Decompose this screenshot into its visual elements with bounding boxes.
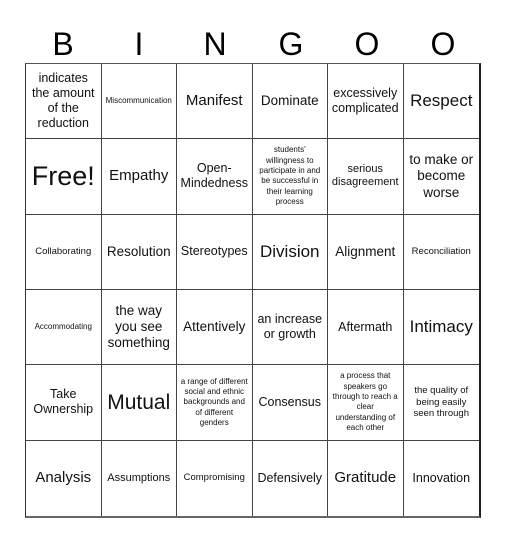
bingo-cell[interactable]: Miscommunication — [101, 64, 177, 140]
bingo-cell[interactable]: a process that speakers go through to re… — [328, 365, 404, 441]
bingo-cell[interactable]: students' willingness to participate in … — [252, 139, 328, 215]
bingo-cell[interactable]: a range of different social and ethnic b… — [177, 365, 253, 441]
bingo-cell[interactable]: Reconciliation — [403, 215, 479, 290]
bingo-cell[interactable]: indicates the amount of the reduction — [26, 64, 102, 140]
bingo-cell[interactable]: Compromising — [177, 440, 253, 516]
header-letter-o-2: O — [430, 26, 456, 62]
bingo-cell[interactable]: Intimacy — [403, 290, 479, 366]
bingo-cell[interactable]: Division — [252, 214, 328, 290]
bingo-cell[interactable]: Gratitude — [328, 440, 404, 516]
bingo-cell[interactable]: Dominate — [252, 64, 328, 140]
bingo-cell[interactable]: an increase or growth — [252, 290, 328, 366]
bingo-cell[interactable]: Respect — [403, 64, 479, 140]
bingo-cell[interactable]: Aftermath — [328, 290, 404, 366]
bingo-grid: indicates the amount of the reduction Mi… — [25, 63, 481, 518]
header-letter-b: B — [52, 26, 74, 62]
bingo-cell[interactable]: Stereotypes — [177, 214, 253, 290]
header-letter-o: O — [354, 26, 380, 62]
free-space-cell[interactable]: Free! — [26, 139, 102, 215]
header-letter-g: G — [278, 26, 304, 62]
bingo-cell[interactable]: Attentively — [177, 290, 253, 366]
bingo-cell[interactable]: Alignment — [328, 214, 404, 290]
bingo-cell[interactable]: Resolution — [101, 214, 177, 290]
bingo-cell[interactable]: Defensively — [253, 440, 328, 516]
bingo-cell[interactable]: serious disagreement — [328, 139, 404, 215]
bingo-cell[interactable]: Take Ownership — [26, 365, 102, 441]
bingo-cell[interactable]: Assumptions — [102, 440, 177, 516]
bingo-cell[interactable]: Mutual — [101, 365, 177, 441]
bingo-cell[interactable]: the quality of being easily seen through — [403, 365, 479, 441]
bingo-cell[interactable]: the way you see something — [101, 290, 177, 366]
bingo-cell[interactable]: excessively complicated — [328, 64, 404, 140]
bingo-header: B I N G O O — [25, 24, 481, 64]
bingo-cell[interactable]: Accommodating — [26, 290, 102, 366]
bingo-cell[interactable]: Open-Mindedness — [177, 139, 253, 215]
bingo-cell[interactable]: Innovation — [404, 441, 480, 516]
bingo-cell[interactable]: to make or become worse — [403, 139, 479, 215]
header-letter-i: I — [134, 26, 144, 62]
header-letter-n: N — [203, 26, 227, 62]
bingo-cell[interactable]: Consensus — [252, 365, 328, 441]
bingo-cell[interactable]: Empathy — [101, 139, 177, 215]
bingo-cell[interactable]: Collaborating — [26, 214, 102, 290]
bingo-cell[interactable]: Manifest — [177, 64, 253, 140]
bingo-cell[interactable]: Analysis — [26, 440, 102, 516]
